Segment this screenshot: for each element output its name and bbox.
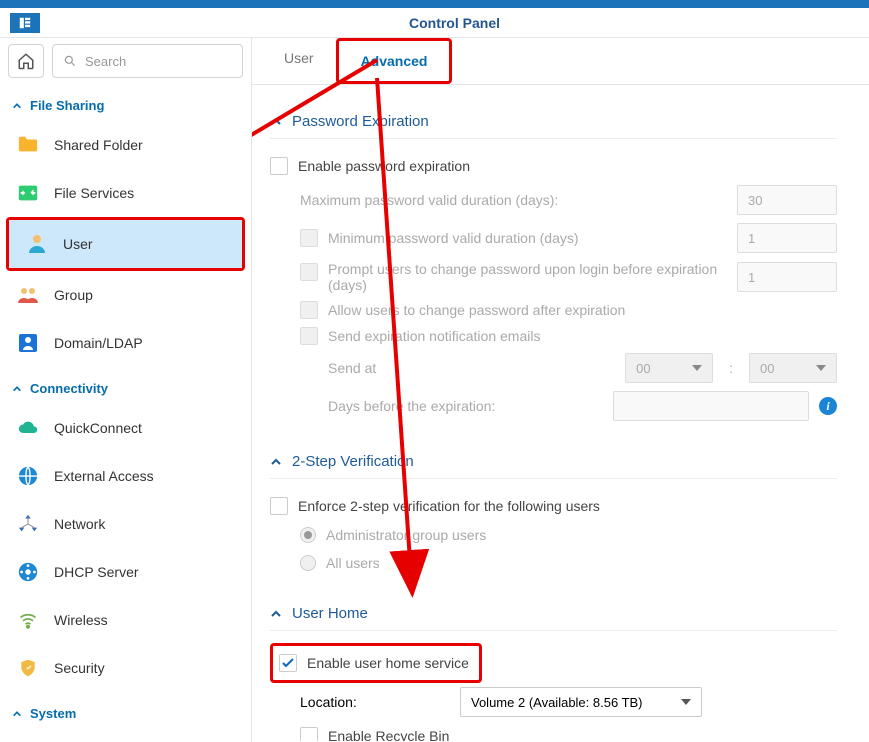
sidebar-item-network[interactable]: Network [0,500,251,548]
group-title: 2-Step Verification [292,453,414,470]
shield-icon [16,656,40,680]
group-user-home[interactable]: User Home [270,595,837,631]
chevron-up-icon [12,709,22,719]
home-button[interactable] [8,44,44,78]
checkbox-label: Enable user home service [307,655,469,671]
nav-label: Wireless [54,612,108,628]
section-file-sharing[interactable]: File Sharing [0,84,251,121]
dropdown-value: 00 [636,361,650,376]
checkbox-label: Enable Recycle Bin [328,728,449,741]
chevron-up-icon [270,456,282,468]
field-label: Maximum password valid duration (days): [300,192,727,208]
group-title: Password Expiration [292,113,429,130]
sidebar-item-file-services[interactable]: File Services [0,169,251,217]
sidebar-item-user[interactable]: User [9,220,242,268]
globe-icon [16,464,40,488]
checkbox-allow-change[interactable] [300,301,318,319]
radio-all-users[interactable] [300,555,316,571]
checkbox-enable-recycle[interactable] [300,727,318,741]
search-placeholder: Search [85,54,126,69]
search-input[interactable]: Search [52,44,243,78]
nav-label: User [63,236,93,252]
checkbox-enable-user-home[interactable] [279,654,297,672]
chevron-down-icon [681,699,691,705]
sidebar: Search File Sharing Shared Folder File S… [0,38,252,742]
input-min-duration[interactable] [737,223,837,253]
checkbox-enforce-2step[interactable] [270,497,288,515]
domain-icon [16,331,40,355]
checkbox-send-email[interactable] [300,327,318,345]
field-label: Days before the expiration: [328,398,603,414]
tab-advanced[interactable]: Advanced [336,38,453,84]
section-label: File Sharing [30,98,104,113]
window-title: Control Panel [40,15,869,31]
checkbox-label: Allow users to change password after exp… [328,302,625,318]
group-title: User Home [292,605,368,622]
checkbox-enable-expiration[interactable] [270,157,288,175]
checkbox-label: Prompt users to change password upon log… [328,261,727,293]
sidebar-item-wireless[interactable]: Wireless [0,596,251,644]
info-icon[interactable]: i [819,397,837,415]
dropdown-send-min[interactable]: 00 [749,353,837,383]
radio-label: All users [326,555,380,571]
nav-label: External Access [54,468,154,484]
nav-label: Network [54,516,105,532]
dropdown-location[interactable]: Volume 2 (Available: 8.56 TB) [460,687,702,717]
dhcp-icon [16,560,40,584]
sidebar-item-security[interactable]: Security [0,644,251,692]
wifi-icon [16,608,40,632]
chevron-up-icon [12,101,22,111]
radio-label: Administrator group users [326,527,486,543]
sidebar-item-dhcp[interactable]: DHCP Server [0,548,251,596]
checkbox-label: Enforce 2-step verification for the foll… [298,498,600,514]
section-connectivity[interactable]: Connectivity [0,367,251,404]
nav-label: DHCP Server [54,564,139,580]
search-icon [63,54,77,68]
sidebar-item-shared-folder[interactable]: Shared Folder [0,121,251,169]
cloud-icon [16,416,40,440]
group-2step[interactable]: 2-Step Verification [270,443,837,479]
field-label: Send at [328,360,615,376]
network-icon [16,512,40,536]
dropdown-value: 00 [760,361,774,376]
dropdown-value: Volume 2 (Available: 8.56 TB) [471,695,643,710]
section-label: Connectivity [30,381,108,396]
checkbox-label: Minimum password valid duration (days) [328,230,727,246]
dropdown-send-hour[interactable]: 00 [625,353,713,383]
checkbox-min-duration[interactable] [300,229,318,247]
input-days-before[interactable] [613,391,809,421]
file-services-icon [16,181,40,205]
sidebar-item-external-access[interactable]: External Access [0,452,251,500]
nav-label: QuickConnect [54,420,142,436]
group-password-expiration[interactable]: Password Expiration [270,103,837,139]
chevron-up-icon [270,116,282,128]
group-icon [16,283,40,307]
sidebar-item-domain-ldap[interactable]: Domain/LDAP [0,319,251,367]
checkbox-label: Send expiration notification emails [328,328,540,344]
tab-user[interactable]: User [262,38,336,84]
section-system[interactable]: System [0,692,251,729]
section-label: System [30,706,76,721]
main-panel: User Advanced Password Expiration Enable… [252,38,869,742]
chevron-up-icon [270,608,282,620]
nav-label: Security [54,660,105,676]
nav-label: Shared Folder [54,137,143,153]
nav-label: Domain/LDAP [54,335,143,351]
checkbox-prompt-users[interactable] [300,263,318,281]
sidebar-item-group[interactable]: Group [0,271,251,319]
sidebar-item-quickconnect[interactable]: QuickConnect [0,404,251,452]
field-label: Location: [300,694,450,710]
radio-admin-users[interactable] [300,527,316,543]
checkbox-label: Enable password expiration [298,158,470,174]
input-max-duration[interactable] [737,185,837,215]
user-icon [25,232,49,256]
chevron-down-icon [816,365,826,371]
input-prompt-days[interactable] [737,262,837,292]
app-icon [10,13,40,33]
chevron-up-icon [12,384,22,394]
nav-label: File Services [54,185,134,201]
folder-icon [16,133,40,157]
nav-label: Group [54,287,93,303]
chevron-down-icon [692,365,702,371]
